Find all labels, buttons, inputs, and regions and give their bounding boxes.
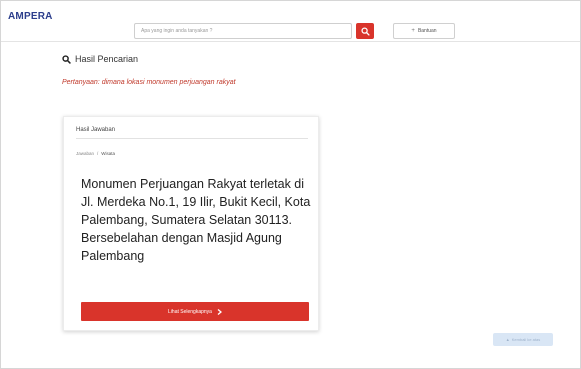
detail-button[interactable]: Lihat Selengkapnya [81, 302, 309, 321]
card-header: Hasil Jawaban [76, 127, 116, 133]
card-divider [76, 138, 308, 139]
page-title: Hasil Pencarian [75, 54, 139, 64]
answer-card: Hasil Jawaban Jawaban / Wisata Monumen P… [63, 116, 319, 331]
back-to-top-button[interactable]: ▲ Kembali ke atas [493, 333, 553, 346]
back-to-top-label: Kembali ke atas [511, 337, 541, 342]
breadcrumb-separator: / [97, 151, 99, 156]
logo[interactable]: AMPERA [8, 11, 53, 22]
plus-icon: + [411, 28, 415, 34]
result-heading: Hasil Pencarian [62, 54, 138, 64]
question-text: Pertanyaan: dimana lokasi monumen perjua… [62, 79, 236, 86]
help-button[interactable]: + Bantuan [393, 23, 455, 39]
chevron-right-icon [217, 308, 222, 315]
breadcrumb-item-active: Wisata [101, 151, 116, 156]
arrow-up-icon: ▲ [505, 337, 510, 342]
help-label: Bantuan [417, 28, 437, 34]
search-input[interactable] [134, 23, 352, 39]
search-button[interactable] [356, 23, 374, 39]
breadcrumb: Jawaban / Wisata [76, 151, 115, 156]
search-icon [360, 26, 370, 36]
search-icon [62, 54, 71, 64]
answer-text: Monumen Perjuangan Rakyat terletak di Jl… [81, 177, 311, 263]
breadcrumb-item[interactable]: Jawaban [76, 151, 94, 156]
detail-label: Lihat Selengkapnya [168, 308, 212, 315]
